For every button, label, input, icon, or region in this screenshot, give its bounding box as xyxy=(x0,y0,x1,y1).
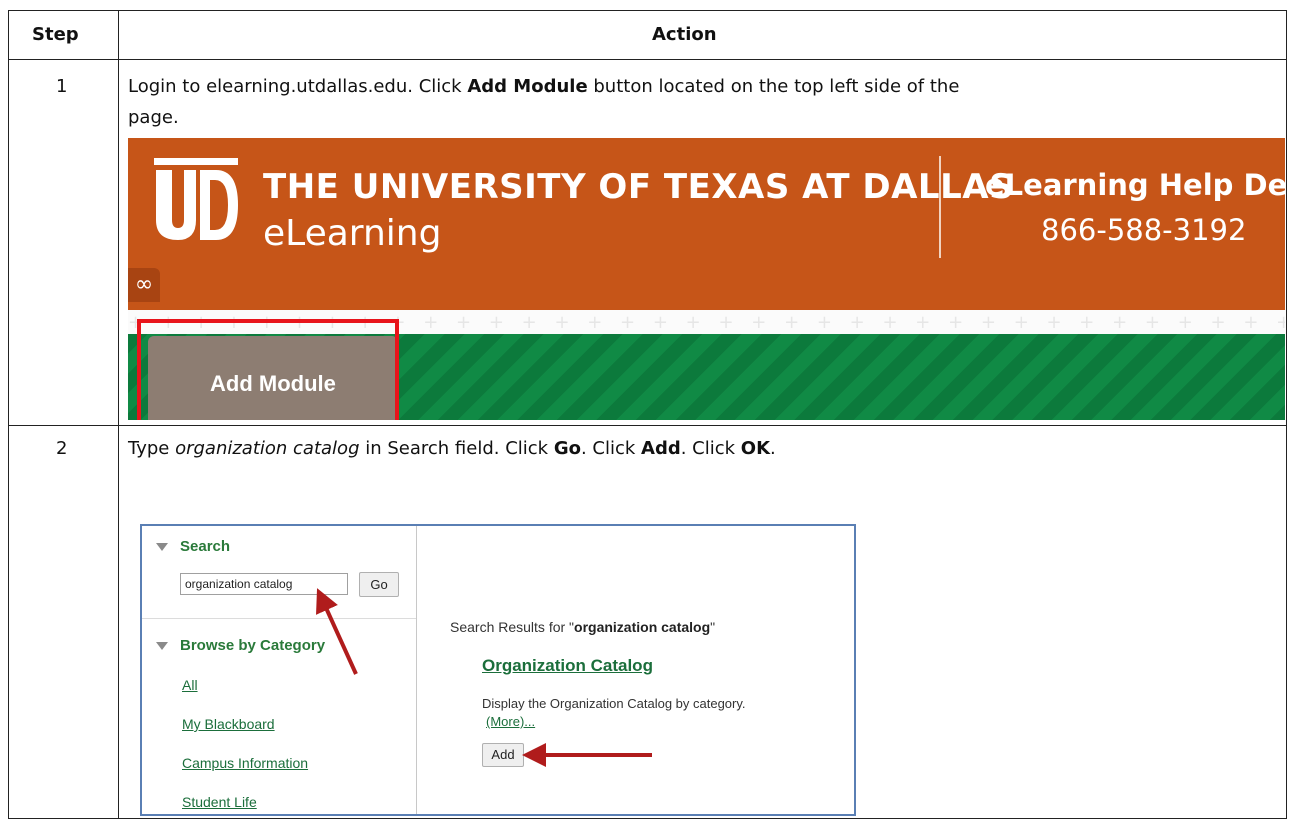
step-number-2: 2 xyxy=(56,438,68,459)
university-name: THE UNIVERSITY OF TEXAS AT DALLAS xyxy=(263,167,1015,207)
table-border-left xyxy=(8,10,9,819)
highlight-box xyxy=(137,319,399,420)
instruction-bold: Go xyxy=(553,438,581,459)
table-border-top xyxy=(8,10,1287,11)
table-column-divider xyxy=(118,10,119,819)
step-number-1: 1 xyxy=(56,76,68,97)
screenshot-add-module-search: Search Go Browse by Category All My Blac… xyxy=(140,524,856,816)
instruction-text: . Click xyxy=(580,438,642,459)
instruction-italic: organization catalog xyxy=(175,438,360,459)
help-desk-title: eLearning Help Des xyxy=(985,168,1285,202)
instruction-bold: Add Module xyxy=(467,76,588,97)
step-2-instruction: Type organization catalog in Search fiel… xyxy=(128,438,776,460)
table-header-divider xyxy=(8,59,1287,60)
annotation-arrows xyxy=(316,588,652,767)
instruction-bold: Add xyxy=(641,438,681,459)
instruction-text: . xyxy=(770,438,776,459)
utd-banner: THE UNIVERSITY OF TEXAS AT DALLAS eLearn… xyxy=(128,138,1285,310)
header-step: Step xyxy=(32,24,79,45)
banner-divider xyxy=(939,156,941,258)
instruction-document: Step Action 1 Login to elearning.utdalla… xyxy=(0,0,1295,819)
help-desk-phone: 866-588-3192 xyxy=(1041,213,1247,247)
screenshot-elearning-header: THE UNIVERSITY OF TEXAS AT DALLAS eLearn… xyxy=(128,138,1285,420)
instruction-text: Type xyxy=(128,438,176,459)
table-row-divider xyxy=(8,425,1287,426)
step-1-instruction-line1: Login to elearning.utdallas.edu. Click A… xyxy=(128,76,959,98)
instruction-text: in Search field. Click xyxy=(359,438,554,459)
table-border-right xyxy=(1286,10,1287,819)
step-1-instruction-line2: page. xyxy=(128,107,179,128)
instruction-text: . Click xyxy=(680,438,741,459)
instruction-text: button located on the top left side of t… xyxy=(587,76,960,97)
elearning-label: eLearning xyxy=(263,213,442,254)
arrow-to-search-input-icon xyxy=(316,588,358,675)
instruction-bold: OK xyxy=(740,438,771,459)
utd-logo xyxy=(154,158,238,240)
instruction-text: Login to elearning.utdallas.edu. Click xyxy=(128,76,468,97)
link-icon[interactable]: ∞ xyxy=(128,268,160,302)
header-action: Action xyxy=(652,24,717,45)
